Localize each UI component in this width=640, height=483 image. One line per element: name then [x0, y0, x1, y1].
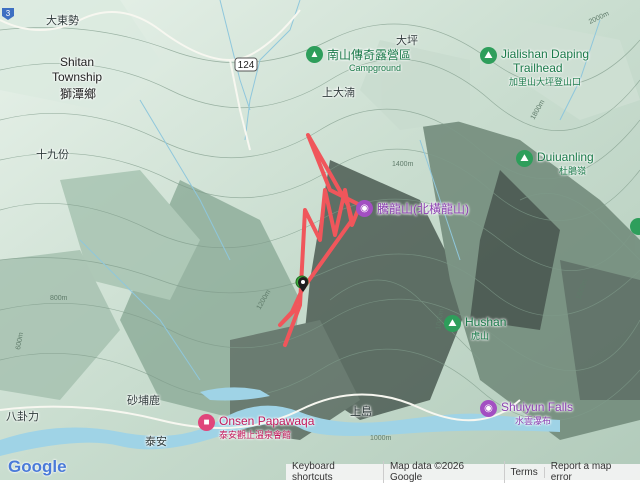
- google-logo: Google: [8, 457, 67, 476]
- poi-shuiyun-zh: 水雲瀑布: [515, 416, 552, 426]
- place-label-shitan-en: Shitan: [60, 55, 95, 69]
- poi-jialishan-name1: Jialishan Daping: [501, 47, 590, 61]
- map-footer: Keyboard shortcuts Map data ©2026 Google…: [286, 461, 640, 483]
- poi-shuiyun-falls[interactable]: ◉ Shuiyun Falls 水雲瀑布: [480, 400, 573, 427]
- poi-jialishan-trailhead[interactable]: ⛰ Jialishan Daping Trailhead 加里山大坪登山口: [480, 47, 589, 88]
- camera-icon: ◉: [480, 400, 497, 417]
- tent-icon: ▲: [306, 46, 323, 63]
- place-label-shaobulu: 砂埔鹿: [127, 395, 160, 407]
- contour-label: 1000m: [370, 435, 392, 442]
- poi-duiuanling-name: Duiuanling: [537, 150, 594, 164]
- poi-onsen-papawaqa[interactable]: ■ Onsen Papawaqa 泰安觀止溫泉會館: [198, 414, 314, 441]
- place-label-shangdaqing: 上大湳: [322, 87, 355, 99]
- poi-duiuanling-zh: 杜鵑嶺: [559, 166, 587, 176]
- place-label-shangdao: 上島: [350, 406, 372, 418]
- hiker-icon[interactable]: [630, 218, 640, 235]
- hotel-icon: ■: [198, 414, 215, 431]
- poi-campground[interactable]: ▲ 南山傳奇露營區 Campground: [306, 46, 411, 73]
- hiker-icon: ⛰: [480, 47, 497, 64]
- place-label-shijiufen: 十九份: [36, 149, 69, 161]
- contour-label: 800m: [50, 295, 68, 302]
- place-label-township-en: Township: [52, 70, 103, 84]
- poi-hushan-name: Hushan: [465, 315, 507, 329]
- poi-campground-name: 南山傳奇露營區: [327, 48, 412, 62]
- poi-onsen-name: Onsen Papawaqa: [219, 414, 315, 428]
- route-badge-label: 3: [6, 9, 11, 18]
- road-shield-label: 124: [238, 60, 255, 71]
- poi-tenglong-name: 騰龍山(北橫龍山): [377, 202, 469, 216]
- poi-shuiyun-name: Shuiyun Falls: [501, 400, 574, 414]
- poi-hushan[interactable]: ⛰ Hushan 虎山: [444, 315, 506, 342]
- poi-duiuanling[interactable]: ⛰ Duiuanling 杜鵑嶺: [516, 150, 594, 177]
- poi-onsen-zh: 泰安觀止溫泉會館: [219, 430, 292, 440]
- poi-campground-sub: Campground: [349, 63, 402, 73]
- place-label-dadongshi: 大東勢: [46, 15, 79, 27]
- hiker-icon: ⛰: [516, 150, 533, 167]
- place-label-shitan-zh: 獅潭鄉: [60, 87, 97, 101]
- place-label-bagua: 八卦力: [6, 411, 39, 423]
- poi-tenglong[interactable]: ◉ 騰龍山(北橫龍山): [356, 200, 469, 217]
- contour-label: 1400m: [392, 161, 414, 168]
- terms-link[interactable]: Terms: [505, 466, 545, 478]
- poi-jialishan-zh: 加里山大坪登山口: [509, 77, 582, 87]
- poi-hushan-zh: 虎山: [471, 331, 490, 341]
- poi-jialishan-name2: Trailhead: [513, 61, 563, 75]
- camera-icon: ◉: [356, 200, 373, 217]
- place-label-taian: 泰安: [145, 436, 167, 448]
- hiker-icon: ⛰: [444, 315, 461, 332]
